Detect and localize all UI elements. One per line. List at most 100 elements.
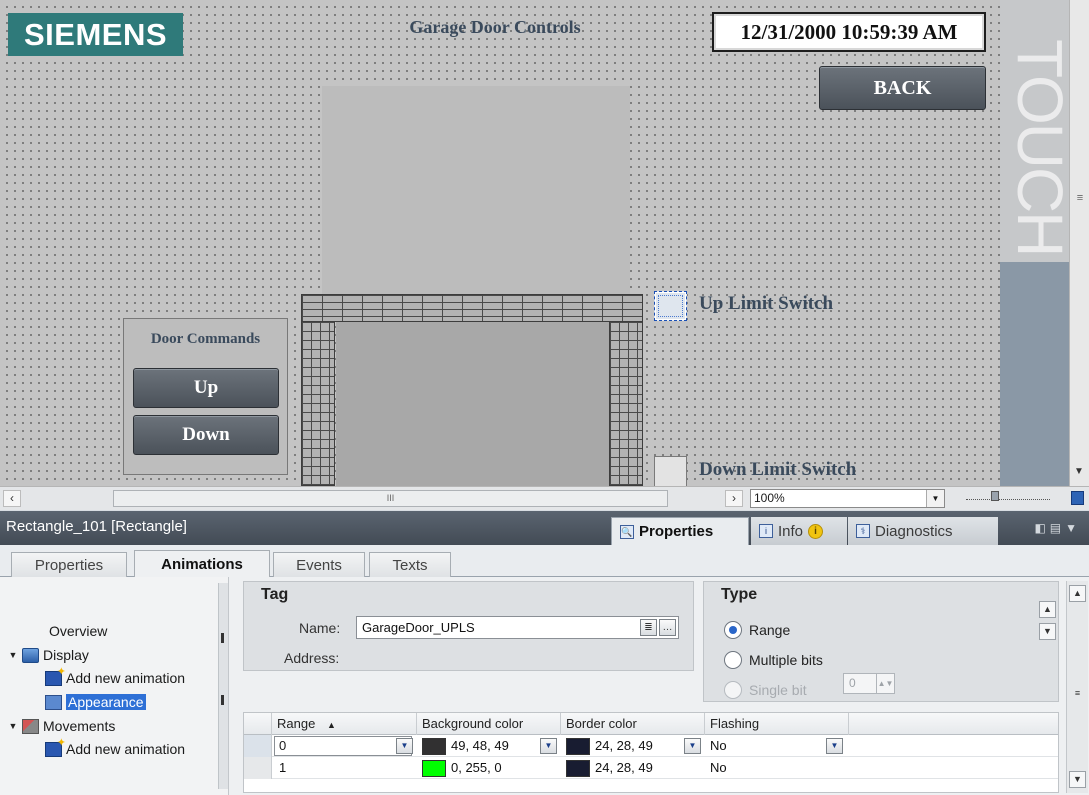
hmi-screen-canvas[interactable]: SIEMENS Garage Door Controls 12/31/2000 … [0,0,1069,486]
appearance-grid: Range ▲ Background color Border color Fl… [243,712,1059,793]
touch-watermark: TOUCH [1004,39,1069,256]
tag-browse-icon[interactable]: … [659,619,676,636]
radio-multiple-bits-dot[interactable] [724,651,742,669]
fit-to-window-icon[interactable] [1071,491,1084,505]
background-color-value: 49, 48, 49 [451,738,509,753]
radio-single-bit: Single bit [724,681,807,699]
door-commands-title: Door Commands [150,331,261,347]
range-cell[interactable]: 1 [274,757,414,779]
chevron-down-icon[interactable]: ▼ [1069,771,1086,788]
color-swatch [566,738,590,756]
scroll-right-icon[interactable]: › [725,490,743,507]
expand-caret-icon[interactable]: ▼ [8,650,18,660]
subtab-properties[interactable]: Properties [11,552,127,577]
door-commands-panel[interactable]: Door Commands Up Down [123,318,288,475]
subtab-events[interactable]: Events [273,552,365,577]
type-group-title: Type [721,586,758,603]
table-row[interactable]: 1 0, 255, 0 24, 28, 49 No [244,757,1058,779]
movements-icon [22,718,39,734]
background-color-value: 0, 255, 0 [451,760,502,775]
table-row[interactable]: 0 ▼ 49, 48, 49 ▼ 24, 28, 49 ▼ No ▼ [244,735,1058,757]
door-up-button[interactable]: Up [133,368,279,408]
border-color-cell[interactable]: 24, 28, 49 [561,757,705,779]
touch-branding-strip: TOUCH [1000,0,1069,486]
color-swatch [422,760,446,778]
border-color-value: 24, 28, 49 [595,738,653,753]
row-selector[interactable] [244,757,272,779]
up-limit-label: Up Limit Switch [699,293,834,314]
zoom-slider-knob[interactable] [991,491,999,501]
grid-scrollbar[interactable]: ▲ ▼ [1037,598,1059,658]
scroll-left-icon[interactable]: ‹ [3,490,21,507]
radio-multiple-bits[interactable]: Multiple bits [724,651,823,669]
radio-single-bit-dot [724,681,742,699]
datetime-field[interactable]: 12/31/2000 10:59:39 AM [712,12,986,52]
up-limit-indicator[interactable] [654,291,687,321]
tree-item-movements[interactable]: ▼ Movements [8,718,116,734]
garage-door-rectangle[interactable] [322,86,630,296]
horizontal-scroll-thumb[interactable]: III [113,490,668,507]
grid-col-range-label: Range [277,716,316,731]
back-button[interactable]: BACK [819,66,986,110]
grid-col-range[interactable]: Range ▲ [272,713,417,735]
door-frame-left-bricks[interactable] [301,321,335,486]
tab-info-label: Info [778,522,804,540]
tab-info[interactable]: i Info i [751,517,847,545]
radio-range-dot[interactable] [724,621,742,639]
tab-diagnostics[interactable]: ⚕ Diagnostics [848,517,998,545]
color-swatch [566,760,590,778]
inspector-scrollbar[interactable]: ▲ ≡ ▼ [1066,581,1088,793]
magnifier-properties-icon: 🔍 [620,524,634,539]
range-input[interactable]: 0 [274,736,412,756]
inspector-object-title: Rectangle_101 [Rectangle] [6,518,187,535]
chevron-down-icon[interactable]: ▼ [540,738,557,754]
tree-splitter[interactable] [218,583,228,789]
door-frame-top-bricks[interactable] [301,294,643,322]
tab-properties[interactable]: 🔍 Properties [611,517,749,545]
siemens-logo: SIEMENS [8,13,183,56]
zoom-select[interactable]: 100% ▼ [750,489,945,508]
chevron-up-icon[interactable]: ▲ [1039,601,1056,618]
splitter-collapse-icon[interactable] [221,633,224,643]
tree-item-display-add[interactable]: Add new animation [45,665,185,686]
expand-caret-icon[interactable]: ▼ [8,721,18,731]
add-animation-icon [45,665,66,686]
tag-list-icon[interactable]: ≣ [640,619,657,636]
door-opening[interactable] [336,322,609,486]
chevron-down-icon[interactable]: ▼ [1039,623,1056,640]
chevron-up-icon[interactable]: ▲ [1069,585,1086,602]
scroll-grip-icon[interactable]: ≡ [1075,192,1085,204]
tab-properties-label: Properties [639,523,714,540]
grid-header-corner [244,713,272,735]
flashing-cell[interactable]: No [705,757,849,779]
zoom-slider[interactable] [966,491,1050,501]
chevron-down-icon[interactable]: ▼ [684,738,701,754]
scroll-grip-icon[interactable]: ≡ [1069,686,1086,703]
down-limit-indicator[interactable] [654,456,687,486]
door-frame-right-bricks[interactable] [609,321,643,486]
subtab-texts[interactable]: Texts [369,552,451,577]
tree-item-overview[interactable]: Overview [49,623,107,639]
row-selector[interactable] [244,735,272,757]
tag-name-input[interactable]: GarageDoor_UPLS [356,616,679,639]
grid-col-background[interactable]: Background color [417,713,561,735]
subtab-animations[interactable]: Animations [134,550,270,578]
scroll-down-icon[interactable]: ▼ [1074,466,1084,477]
chevron-down-icon[interactable]: ▼ [396,738,413,754]
tree-item-movements-add[interactable]: Add new animation [45,736,185,757]
window-controls-icon[interactable]: ◧▤▼ [1034,521,1081,535]
tree-item-display[interactable]: ▼ Display [8,647,89,663]
grid-col-flashing[interactable]: Flashing [705,713,849,735]
chevron-down-icon[interactable]: ▼ [826,738,843,754]
background-color-cell[interactable]: 0, 255, 0 [417,757,561,779]
splitter-expand-icon[interactable] [221,695,224,705]
display-icon [22,647,39,663]
tree-item-appearance[interactable]: Appearance [45,694,146,710]
grid-header: Range ▲ Background color Border color Fl… [244,713,1058,735]
grid-col-border[interactable]: Border color [561,713,705,735]
chevron-down-icon[interactable]: ▼ [926,490,944,507]
canvas-vertical-scrollbar[interactable]: ≡ ▼ [1069,0,1089,486]
radio-range[interactable]: Range [724,621,790,639]
down-limit-label: Down Limit Switch [699,459,857,480]
door-down-button[interactable]: Down [133,415,279,455]
